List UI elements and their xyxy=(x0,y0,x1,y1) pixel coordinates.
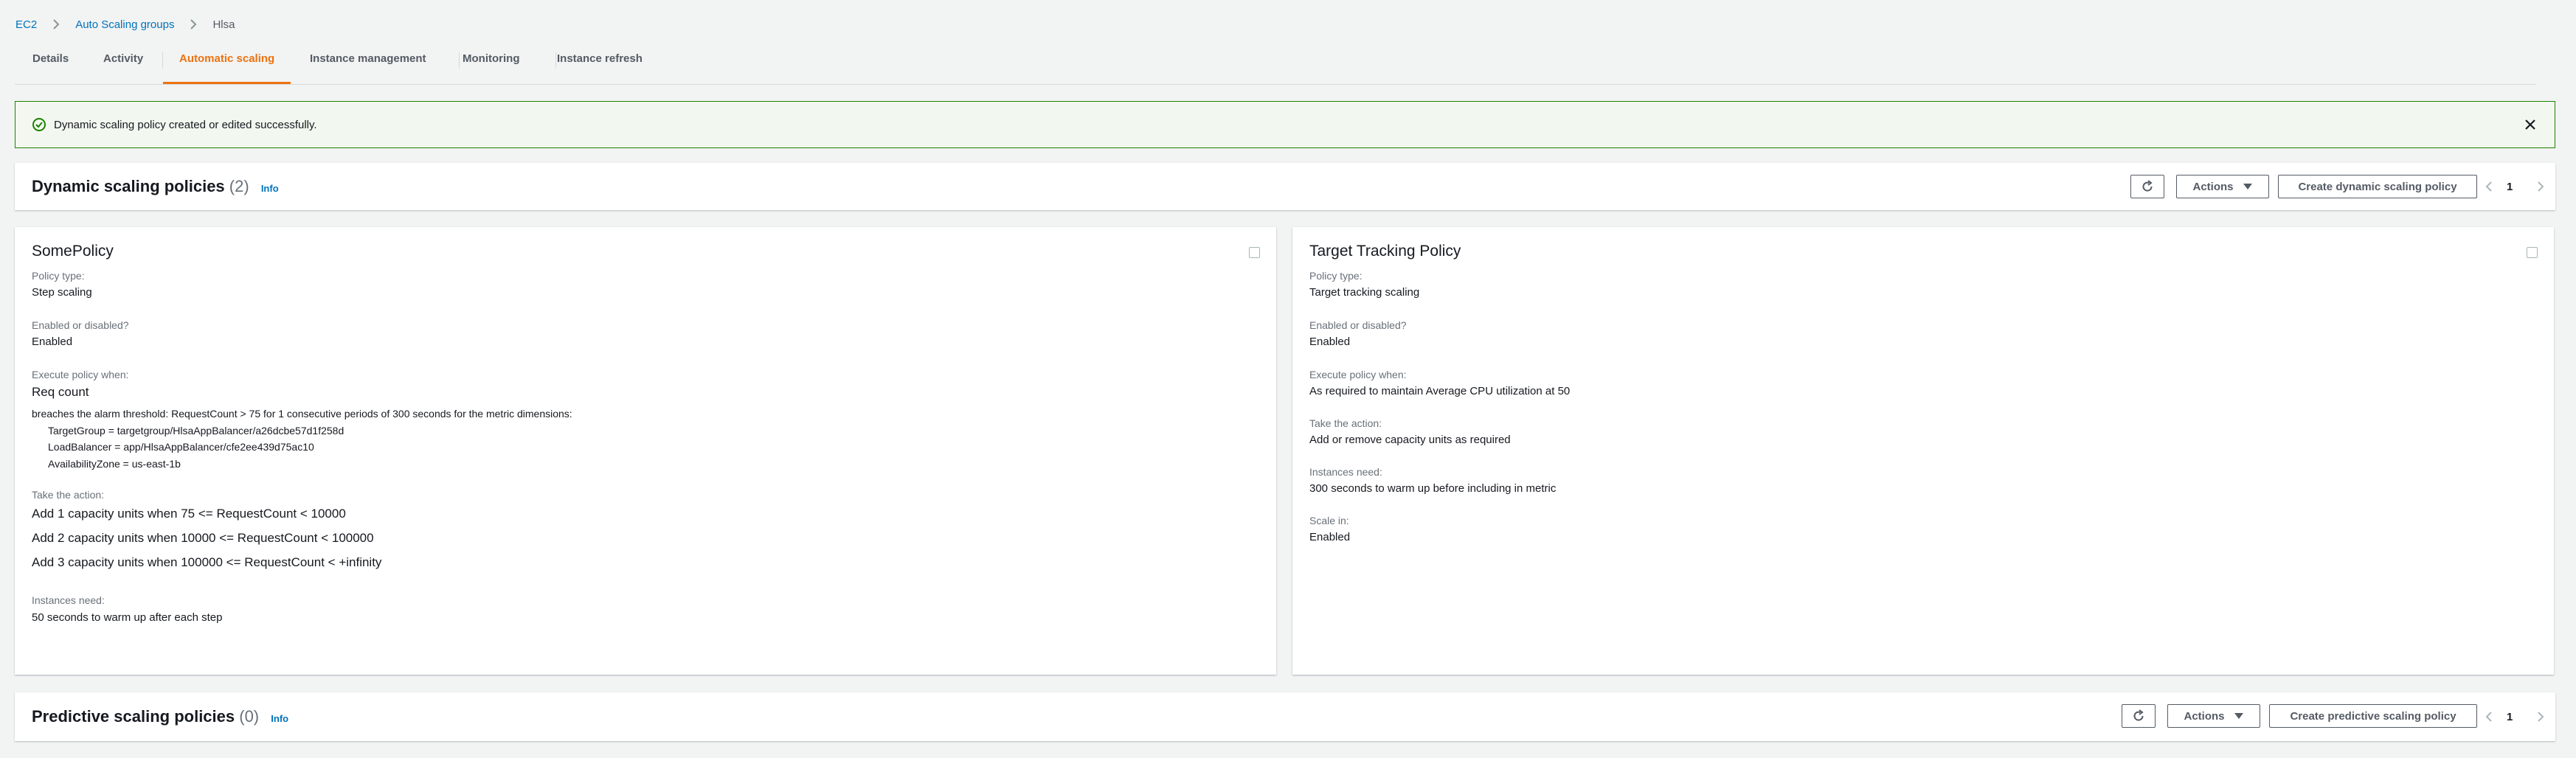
policy-select-checkbox[interactable] xyxy=(2527,247,2538,258)
step-action-2: Add 2 capacity units when 10000 <= Reque… xyxy=(32,531,374,545)
chevron-right-icon xyxy=(53,19,60,29)
caret-down-icon xyxy=(2234,713,2243,719)
actions-label: Actions xyxy=(2192,180,2234,193)
refresh-button[interactable] xyxy=(2130,175,2164,198)
alarm-name: Req count xyxy=(32,385,89,399)
dynamic-title-text: Dynamic scaling policies xyxy=(32,177,225,195)
instances-label: Instances need: xyxy=(1309,466,1382,478)
tab-automatic-scaling-label: Automatic scaling xyxy=(179,52,275,65)
tab-activity[interactable]: Activity xyxy=(103,44,143,83)
actions-button[interactable]: Actions xyxy=(2176,175,2269,198)
create-dynamic-policy-button[interactable]: Create dynamic scaling policy xyxy=(2278,175,2477,198)
execute-label: Execute policy when: xyxy=(32,369,129,380)
actions-label: Actions xyxy=(2184,709,2225,723)
chevron-left-icon[interactable] xyxy=(2483,710,2496,723)
policy-type-value: Step scaling xyxy=(32,286,92,299)
tab-bar: Details Activity Automatic scaling Insta… xyxy=(15,44,2536,85)
enabled-value: Enabled xyxy=(1309,335,1351,348)
dimension-availability-zone: AvailabilityZone = us-east-1b xyxy=(48,458,181,470)
instances-label: Instances need: xyxy=(32,594,105,606)
scale-in-value: Enabled xyxy=(1309,531,1351,543)
action-label: Take the action: xyxy=(1309,417,1382,429)
active-tab-indicator xyxy=(163,82,291,84)
pagination: 1 xyxy=(2483,180,2546,193)
instances-value: 300 seconds to warm up before including … xyxy=(1309,482,1557,495)
dynamic-scaling-header: Dynamic scaling policies (2) Info Action… xyxy=(15,163,2555,210)
tab-instance-management[interactable]: Instance management xyxy=(310,44,426,83)
flash-message: Dynamic scaling policy created or edited… xyxy=(54,118,317,131)
tab-automatic-scaling[interactable]: Automatic scaling xyxy=(163,44,291,84)
success-flashbar: Dynamic scaling policy created or edited… xyxy=(15,101,2555,148)
caret-down-icon xyxy=(2243,184,2252,190)
dynamic-count: (2) xyxy=(229,177,249,195)
chevron-left-icon[interactable] xyxy=(2483,180,2496,193)
policy-card-target-tracking: Target Tracking Policy Policy type: Targ… xyxy=(1292,227,2554,675)
tab-divider xyxy=(555,52,556,69)
step-action-1: Add 1 capacity units when 75 <= RequestC… xyxy=(32,507,346,521)
refresh-icon xyxy=(2133,709,2144,721)
dimension-target-group: TargetGroup = targetgroup/HlsaAppBalance… xyxy=(48,425,344,437)
predictive-info-link[interactable]: Info xyxy=(271,713,288,724)
pagination: 1 xyxy=(2483,710,2546,723)
action-label: Take the action: xyxy=(32,489,105,501)
breadcrumb-auto-scaling-groups[interactable]: Auto Scaling groups xyxy=(75,18,174,31)
page-number[interactable]: 1 xyxy=(2507,711,2513,723)
actions-button[interactable]: Actions xyxy=(2167,704,2260,728)
tab-monitoring[interactable]: Monitoring xyxy=(463,44,519,83)
policy-select-checkbox[interactable] xyxy=(1249,247,1260,258)
dynamic-scaling-title: Dynamic scaling policies (2) Info xyxy=(32,177,279,196)
enabled-label: Enabled or disabled? xyxy=(32,319,129,331)
enabled-value: Enabled xyxy=(32,335,73,348)
breadcrumb-ec2[interactable]: EC2 xyxy=(15,18,37,31)
close-icon[interactable] xyxy=(2522,117,2538,133)
policy-type-label: Policy type: xyxy=(1309,270,1363,282)
policy-name: SomePolicy xyxy=(32,243,114,260)
page-number[interactable]: 1 xyxy=(2507,181,2513,193)
dimension-load-balancer: LoadBalancer = app/HlsaAppBalancer/cfe2e… xyxy=(48,441,314,453)
breadcrumb: EC2 Auto Scaling groups Hlsa xyxy=(15,16,235,32)
predictive-scaling-header: Predictive scaling policies (0) Info Act… xyxy=(15,692,2555,741)
breadcrumb-current: Hlsa xyxy=(212,18,235,31)
predictive-title-text: Predictive scaling policies xyxy=(32,707,235,726)
predictive-scaling-title: Predictive scaling policies (0) Info xyxy=(32,707,288,726)
chevron-right-icon[interactable] xyxy=(2533,710,2546,723)
enabled-label: Enabled or disabled? xyxy=(1309,319,1407,331)
tab-instance-refresh[interactable]: Instance refresh xyxy=(557,44,643,83)
action-value: Add or remove capacity units as required xyxy=(1309,434,1511,446)
step-action-3: Add 3 capacity units when 100000 <= Requ… xyxy=(32,555,382,569)
refresh-icon xyxy=(2142,180,2153,192)
chevron-right-icon[interactable] xyxy=(2533,180,2546,193)
chevron-right-icon xyxy=(190,19,197,29)
execute-label: Execute policy when: xyxy=(1309,369,1407,380)
alarm-description: breaches the alarm threshold: RequestCou… xyxy=(32,408,572,420)
create-predictive-policy-button[interactable]: Create predictive scaling policy xyxy=(2269,704,2477,728)
policy-name: Target Tracking Policy xyxy=(1309,243,1461,260)
policy-type-value: Target tracking scaling xyxy=(1309,286,1420,299)
scale-in-label: Scale in: xyxy=(1309,515,1349,526)
execute-value: As required to maintain Average CPU util… xyxy=(1309,385,1571,397)
dynamic-info-link[interactable]: Info xyxy=(261,183,279,194)
tab-divider xyxy=(162,52,163,69)
predictive-count: (0) xyxy=(239,707,260,726)
tab-details[interactable]: Details xyxy=(32,44,69,83)
refresh-button[interactable] xyxy=(2122,704,2156,728)
success-check-icon xyxy=(32,118,46,131)
policy-type-label: Policy type: xyxy=(32,270,85,282)
tab-divider xyxy=(459,52,460,69)
policy-card-some-policy: SomePolicy Policy type: Step scaling Ena… xyxy=(15,227,1276,675)
instances-value: 50 seconds to warm up after each step xyxy=(32,611,223,624)
